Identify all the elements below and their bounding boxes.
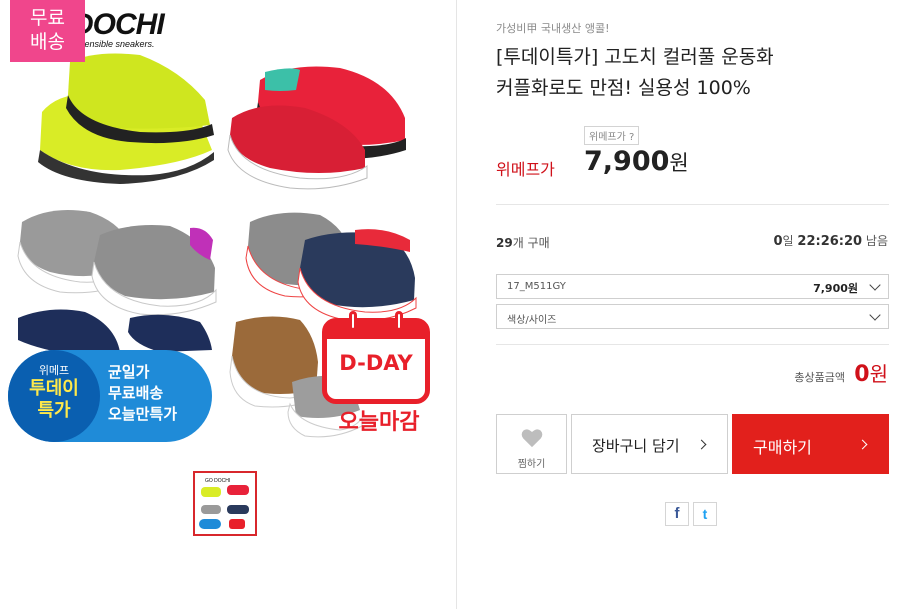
buy-now-button[interactable]: 구매하기	[732, 414, 889, 474]
add-to-cart-button[interactable]: 장바구니 담기	[571, 414, 728, 474]
purchase-count-value: 29	[496, 236, 513, 250]
sneaker-grey-navy	[245, 212, 417, 322]
countdown-timer: 0일 22:26:20 남음	[773, 232, 888, 249]
product-main-image: 무료 배송 DOCHI sensible sneakers. 위메프 투데이 특…	[0, 0, 437, 450]
divider	[496, 204, 889, 205]
dday-caption: 오늘마감	[338, 410, 420, 435]
sneaker-neon-yellow	[38, 53, 214, 184]
price-unit: 원	[669, 151, 689, 175]
total-price-unit: 원	[869, 362, 888, 386]
thumbnail-image: GO DOCHI	[195, 473, 255, 534]
purchase-count-suffix: 개 구매	[512, 236, 550, 250]
product-subtitle: 가성비甲 국내생산 앵콜!	[496, 22, 610, 35]
heart-icon	[521, 429, 543, 448]
dday-calendar-icon: D-DAY	[322, 311, 430, 404]
option-label: 17_M511GY	[507, 281, 566, 292]
twitter-share-icon[interactable]: t	[693, 502, 717, 526]
sneaker-red	[227, 66, 406, 190]
product-gallery: 무료 배송 DOCHI sensible sneakers. 위메프 투데이 특…	[0, 0, 456, 609]
free-shipping-badge: 무료 배송	[10, 0, 85, 62]
sneaker-grey-purple	[17, 209, 217, 316]
promo-brand-big: 투데이 특가	[29, 378, 79, 421]
svg-text:GO DOCHI: GO DOCHI	[205, 478, 230, 484]
chevron-down-icon	[869, 279, 881, 291]
price-value: 7,900	[584, 146, 670, 177]
chevron-down-icon	[869, 309, 881, 321]
total-price-value: 0	[854, 362, 870, 387]
countdown-suffix: 남음	[865, 234, 888, 248]
total-price: 0원	[854, 358, 888, 387]
buy-label: 구매하기	[753, 438, 812, 457]
option-price: 7,900원	[813, 282, 858, 295]
total-price-label: 총상품금액	[794, 371, 845, 384]
product-title: [투데이특가] 고도치 컬러풀 운동화 커플화로도 만점! 실용성 100%	[496, 46, 774, 99]
promo-brand-small: 위메프	[38, 364, 70, 377]
countdown-day-unit: 일	[782, 234, 794, 248]
thumbnail-1[interactable]: GO DOCHI	[193, 471, 257, 536]
promo-circle: 위메프 투데이 특가	[8, 350, 100, 442]
countdown-time: 22:26:20	[797, 234, 863, 249]
cart-label: 장바구니 담기	[592, 437, 680, 455]
promo-line: 오늘만특가	[108, 405, 178, 423]
purchase-count: 29개 구매	[496, 234, 550, 251]
wishlist-button[interactable]: 찜하기	[496, 414, 567, 474]
facebook-share-icon[interactable]: f	[665, 502, 689, 526]
chevron-right-icon	[696, 439, 707, 450]
price-label: 위메프가	[496, 160, 555, 179]
option-label: 색상/사이즈	[507, 315, 557, 326]
divider	[496, 344, 889, 345]
promo-line: 무료배송	[108, 384, 164, 402]
wishlist-label: 찜하기	[517, 459, 546, 470]
today-deal-promo: 위메프 투데이 특가 균일가 무료배송 오늘만특가	[8, 350, 212, 442]
chevron-right-icon	[857, 439, 868, 450]
countdown-days: 0	[773, 234, 783, 249]
option-select-model[interactable]: 17_M511GY 7,900원	[496, 274, 889, 299]
dday-text: D-DAY	[339, 351, 413, 375]
price: 7,900원	[584, 146, 689, 177]
option-select-color-size[interactable]: 색상/사이즈	[496, 304, 889, 329]
wemap-price-help[interactable]: 위메프가 ?	[584, 126, 640, 145]
product-info-panel: 가성비甲 국내생산 앵콜! [투데이특가] 고도치 컬러풀 운동화 커플화로도 …	[456, 0, 919, 609]
promo-line: 균일가	[108, 363, 150, 381]
promo-lines: 균일가 무료배송 오늘만특가	[108, 362, 177, 425]
